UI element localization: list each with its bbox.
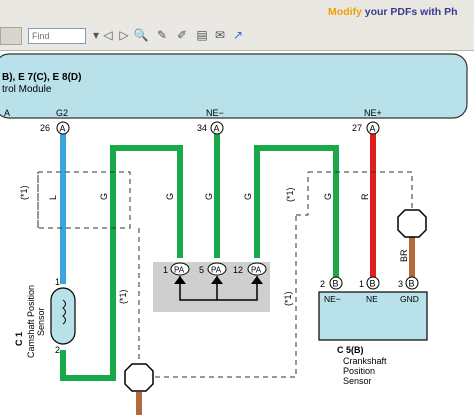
camshaft-name: Camshaft Position [26,285,36,358]
splice-num-12: 12 [233,265,243,275]
promo-banner[interactable]: Modify your PDFs with Ph [328,6,474,20]
wire-label-g-pa-mid: G [204,193,214,200]
ground-point-bottom [124,363,154,392]
toolbar: ▾ ◁ ▷ 🔍 ✎ ✐ ▤ ✉ ↗ [0,22,474,51]
splice-num-1: 1 [163,265,168,275]
crank-conn-2: B [333,279,339,289]
pin-name-ne-plus: NE+ [364,108,382,118]
splice-conn-1: PA [174,266,185,275]
splice-conn-12: PA [251,266,262,275]
ecm-title: B), E 7(C), E 8(D) [2,72,81,83]
camshaft-pin-bottom: 2 [55,345,60,355]
camshaft-name-2: Sensor [36,307,46,336]
find-previous-icon[interactable]: ◁ [100,27,116,43]
splice-conn-5: PA [211,266,222,275]
comment-icon[interactable]: ▤ [194,27,210,43]
ecm-box [0,53,468,119]
camshaft-code: C 1 [14,332,24,346]
note-icon[interactable]: ✉ [212,27,228,43]
ecm-subtitle: trol Module [2,84,52,95]
tool-button[interactable] [0,27,22,45]
pin-name-a: A [4,108,10,118]
wire-g-crank [254,145,339,278]
splice-num-5: 5 [199,265,204,275]
shield-label-2: (*1) [285,187,295,202]
shield-right-left [296,172,309,216]
search-icon[interactable]: 🔍 [133,27,149,43]
shield-right [308,171,413,210]
shield-label-3: (*1) [118,289,128,304]
crank-label-ne: NE [366,294,378,304]
pin-conn-27: A [370,124,376,134]
wire-label-g-left: G [99,193,109,200]
pencil-icon[interactable]: ✐ [174,27,190,43]
ground-point-right [397,209,427,238]
crank-conn-3: B [409,279,415,289]
camshaft-pin-top: 1 [55,277,60,287]
crank-name-3: Sensor [343,376,372,386]
pin-number-34: 34 [197,123,207,133]
wire-label-g-ne-minus: G [323,193,333,200]
find-input[interactable] [28,28,86,44]
edit-icon[interactable]: ✎ [154,27,170,43]
banner-prefix: Modify [328,6,362,18]
title-bar: Modify your PDFs with Ph [0,0,474,23]
wire-label-g-pa-right: G [243,193,253,200]
find-next-icon[interactable]: ▷ [116,27,132,43]
wire-label-br: BR [399,249,409,262]
pin-number-26: 26 [40,123,50,133]
shield-label-1: (*1) [19,185,29,200]
crank-label-gnd: GND [400,294,419,304]
wire-label-l: L [48,195,58,200]
crank-num-3: 3 [398,279,403,289]
crank-num-2: 2 [320,279,325,289]
wire-label-g-pa-left: G [165,193,175,200]
crank-name-2: Position [343,366,375,376]
pin-conn-26: A [60,124,66,134]
crank-label-ne-minus: NE− [324,294,341,304]
pin-conn-34: A [214,124,220,134]
crank-conn-1: B [370,279,376,289]
wiring-diagram: B), E 7(C), E 8(D) trol Module A G2 NE− … [0,53,468,415]
wire-label-r: R [360,193,370,200]
pin-name-ne-minus: NE− [206,108,224,118]
arrow-icon[interactable]: ↗ [230,27,246,43]
crank-code: C 5(B) [337,345,364,355]
pin-number-27: 27 [352,123,362,133]
banner-suffix: your PDFs with Ph [364,6,458,18]
crank-num-1: 1 [359,279,364,289]
crank-name-1: Crankshaft [343,356,387,366]
shield-label-4: (*1) [283,291,293,306]
pin-name-g2: G2 [56,108,68,118]
